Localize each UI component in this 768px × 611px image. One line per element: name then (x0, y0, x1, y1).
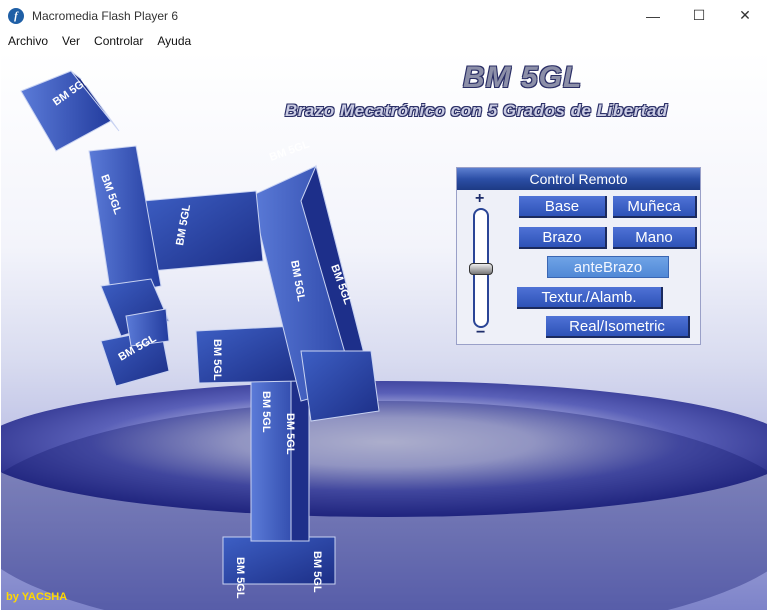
title-bar: f Macromedia Flash Player 6 — ☐ ✕ (0, 0, 768, 31)
mano-button[interactable]: Mano (613, 227, 697, 249)
flash-stage[interactable]: BM 5GL BM 5GL BM 5GL BM 5GL BM 5GL BM 5G… (1, 51, 767, 610)
menu-archivo[interactable]: Archivo (0, 34, 55, 48)
speed-slider[interactable]: + − (469, 190, 493, 341)
control-panel: Control Remoto + − Base Muñeca Brazo Man… (456, 167, 701, 345)
cube-label: BM 5GL (234, 557, 246, 599)
cube-label: BM 5GL (311, 551, 323, 593)
slider-plus-label: + (475, 190, 485, 207)
credit-text: by YACSHA (6, 591, 68, 603)
menu-controlar[interactable]: Controlar (87, 34, 150, 48)
menu-bar: Archivo Ver Controlar Ayuda (0, 31, 768, 51)
real-isometric-button[interactable]: Real/Isometric (546, 316, 690, 338)
muneca-button[interactable]: Muñeca (613, 196, 697, 218)
antebrazo-button[interactable]: anteBrazo (547, 256, 669, 278)
menu-ver[interactable]: Ver (55, 34, 87, 48)
app-subtitle: Brazo Mecatrónico con 5 Grados de Libert… (285, 101, 668, 120)
minimize-button[interactable]: — (630, 0, 676, 31)
base-button[interactable]: Base (519, 196, 607, 218)
cube-label: BM 5GL (211, 339, 223, 381)
window-title: Macromedia Flash Player 6 (32, 8, 179, 23)
app-title: BM 5GL (463, 61, 583, 94)
close-button[interactable]: ✕ (722, 0, 768, 31)
cube-label: BM 5GL (260, 391, 272, 433)
textura-button[interactable]: Textur./Alamb. (517, 287, 663, 309)
cube-label: BM 5GL (284, 413, 296, 455)
flash-player-icon: f (8, 7, 24, 24)
slider-knob[interactable] (469, 263, 493, 276)
brazo-button[interactable]: Brazo (519, 227, 607, 249)
cube-label: BM 5GL (268, 138, 311, 164)
maximize-button[interactable]: ☐ (676, 0, 722, 31)
control-panel-title: Control Remoto (457, 168, 700, 190)
slider-minus-label: − (476, 324, 486, 341)
menu-ayuda[interactable]: Ayuda (150, 34, 198, 48)
